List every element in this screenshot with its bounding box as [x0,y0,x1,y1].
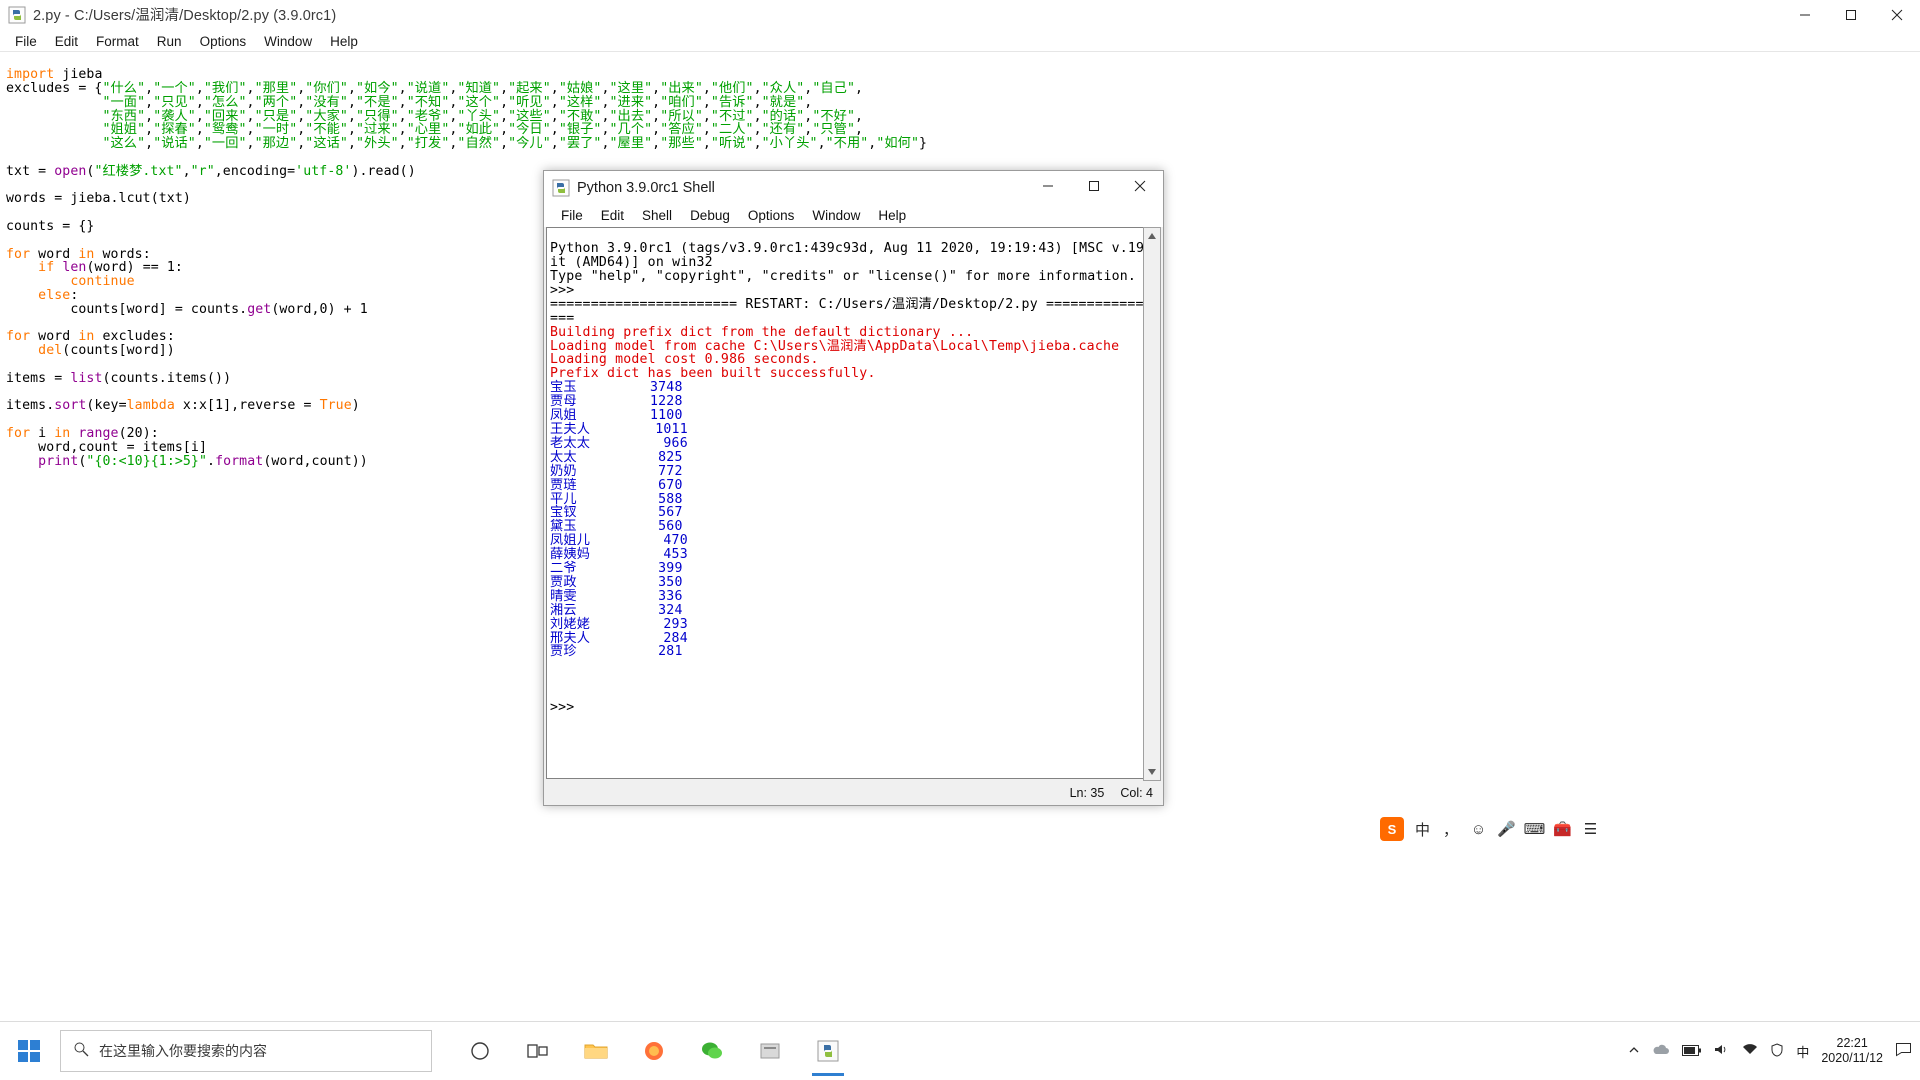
shell-minimize-button[interactable] [1025,171,1071,200]
shell-menu-window[interactable]: Window [803,207,869,224]
editor-title: 2.py - C:/Users/温润清/Desktop/2.py (3.9.0r… [33,8,337,24]
battery-icon[interactable] [1682,1044,1702,1059]
search-placeholder: 在这里输入你要搜索的内容 [99,1043,267,1059]
status-line: Ln: 35 [1069,786,1105,800]
clock-date: 2020/11/12 [1821,1051,1883,1065]
clock-time: 22:21 [1836,1036,1868,1050]
windows-start-icon[interactable] [0,1022,58,1080]
python-idle-icon [552,179,570,197]
menu-options[interactable]: Options [191,32,256,51]
shell-menu-options[interactable]: Options [739,207,804,224]
editor-menubar: File Edit Format Run Options Window Help [0,30,1920,52]
menu-help[interactable]: Help [321,32,367,51]
shell-scrollbar[interactable] [1143,227,1161,781]
minimize-button[interactable] [1782,0,1828,29]
shell-menu-help[interactable]: Help [869,207,915,224]
shell-titlebar[interactable]: Python 3.9.0rc1 Shell [544,171,1163,204]
scroll-down-icon[interactable] [1144,764,1160,780]
wechat-icon[interactable] [688,1025,736,1077]
search-icon [73,1041,89,1062]
ime-chinese-icon[interactable]: 中 [1413,820,1432,839]
wifi-icon[interactable] [1742,1043,1758,1059]
menu-edit[interactable]: Edit [46,32,87,51]
status-col: Col: 4 [1120,786,1153,800]
shell-menu-shell[interactable]: Shell [633,207,681,224]
shell-output[interactable]: Python 3.9.0rc1 (tags/v3.9.0rc1:439c93d,… [550,242,1144,715]
volume-icon[interactable] [1714,1043,1730,1059]
cortana-icon[interactable] [456,1025,504,1077]
ime-toolbar[interactable]: S 中 ， ☺ 🎤 ⌨ 🧰 ☰ [1380,815,1920,843]
menu-file[interactable]: File [6,32,46,51]
shell-menu-file[interactable]: File [552,207,592,224]
taskbar-tray: 中 22:21 2020/11/12 [1628,1036,1920,1066]
maximize-button[interactable] [1828,0,1874,29]
folder-icon[interactable] [746,1025,794,1077]
python-shell-window: Python 3.9.0rc1 Shell File Edit Shell De… [543,170,1164,806]
security-icon[interactable] [1770,1042,1784,1060]
shell-menubar: File Edit Shell Debug Options Window Hel… [544,204,1163,227]
shell-status-bar: Ln: 35 Col: 4 [1033,783,1161,803]
shell-output-area[interactable]: Python 3.9.0rc1 (tags/v3.9.0rc1:439c93d,… [546,227,1145,779]
onedrive-icon[interactable] [1652,1044,1670,1059]
scroll-up-icon[interactable] [1144,228,1160,244]
shell-close-button[interactable] [1117,171,1163,200]
editor-window-buttons [1782,0,1920,29]
firefox-icon[interactable] [630,1025,678,1077]
show-hidden-icon[interactable] [1628,1044,1640,1059]
menu-run[interactable]: Run [148,32,191,51]
taskbar-items [456,1025,852,1077]
shell-maximize-button[interactable] [1071,171,1117,200]
shell-menu-edit[interactable]: Edit [592,207,633,224]
shell-title: Python 3.9.0rc1 Shell [577,179,715,196]
windows-taskbar: 在这里输入你要搜索的内容 中 22:21 2020/11/12 [0,1021,1920,1080]
editor-titlebar[interactable]: 2.py - C:/Users/温润清/Desktop/2.py (3.9.0r… [0,0,1920,30]
menu-icon[interactable]: ☰ [1581,820,1600,839]
search-input[interactable]: 在这里输入你要搜索的内容 [60,1030,432,1072]
shell-window-buttons [1025,171,1163,200]
sogou-icon[interactable]: S [1380,817,1404,841]
toolbox-icon[interactable]: 🧰 [1553,820,1572,839]
close-button[interactable] [1874,0,1920,29]
screen: 2.py - C:/Users/温润清/Desktop/2.py (3.9.0r… [0,0,1920,1080]
idle-icon[interactable] [804,1025,852,1077]
menu-window[interactable]: Window [255,32,321,51]
menu-format[interactable]: Format [87,32,148,51]
taskbar-clock[interactable]: 22:21 2020/11/12 [1821,1036,1883,1066]
python-idle-icon [8,6,26,24]
keyboard-icon[interactable]: ⌨ [1524,820,1546,839]
emoji-icon[interactable]: ☺ [1469,820,1488,839]
ime-punctuation-icon[interactable]: ， [1441,820,1460,839]
action-center-icon[interactable] [1895,1042,1912,1060]
shell-menu-debug[interactable]: Debug [681,207,739,224]
task-view-icon[interactable] [514,1025,562,1077]
mic-icon[interactable]: 🎤 [1497,820,1516,839]
ime-icon[interactable]: 中 [1796,1042,1809,1061]
file-explorer-icon[interactable] [572,1025,620,1077]
